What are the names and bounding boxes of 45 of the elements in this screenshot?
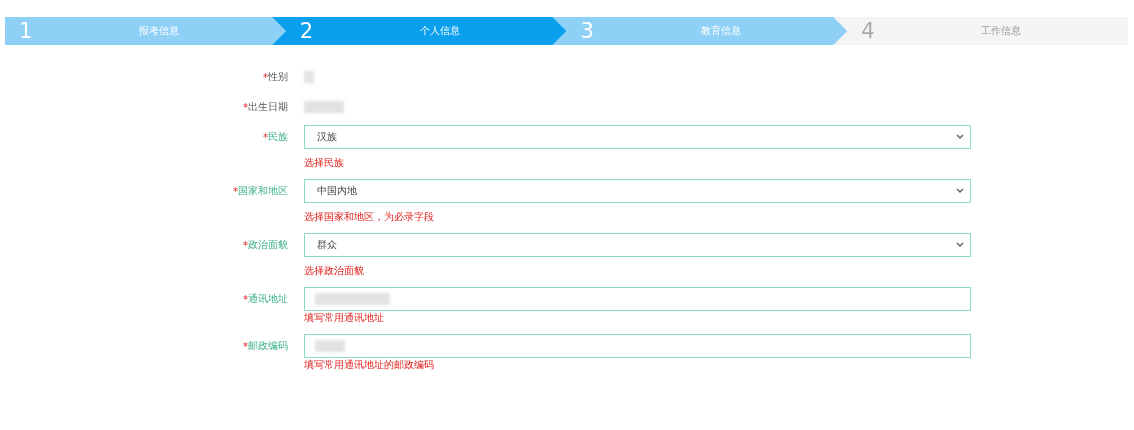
field-label: 民族 [268,130,288,144]
field-label: 政治面貌 [248,238,288,252]
step-number: 1 [19,19,34,43]
required-mark: * [243,340,248,352]
redacted-value [304,71,314,83]
chevron-down-icon [956,134,964,140]
select-value: 汉族 [317,130,337,144]
redacted-value [304,101,344,113]
required-mark: * [243,101,248,113]
select-value: 中国内地 [317,184,357,198]
field-hint: 填写常用通讯地址的邮政编码 [304,359,435,371]
required-mark: * [263,71,268,83]
step-number: 3 [580,19,595,43]
field-hint: 填写常用通讯地址 [304,312,385,324]
step-tab[interactable]: 1 报考信息 [5,17,286,45]
chevron-down-icon [956,242,964,248]
required-mark: * [233,185,238,197]
select-value: 群众 [317,238,337,252]
select-field[interactable]: 群众 [304,233,971,257]
select-field[interactable]: 中国内地 [304,179,971,203]
step-tab[interactable]: 4 工作信息 [833,17,1128,45]
field-label: 性别 [268,70,288,84]
chevron-down-icon [956,188,964,194]
select-field[interactable]: 汉族 [304,125,971,149]
field-label: 国家和地区 [238,184,288,198]
field-hint: 选择国家和地区，为必录字段 [304,211,435,223]
field-hint: 选择民族 [304,157,345,169]
required-mark: * [263,131,268,143]
field-hint: 选择政治面貌 [304,265,365,277]
field-label: 通讯地址 [248,292,288,306]
step-label: 教育信息 [700,24,741,38]
field-label: 邮政编码 [248,339,288,353]
redacted-value [315,340,345,352]
step-tab[interactable]: 3 教育信息 [552,17,848,45]
input-field[interactable] [304,334,971,358]
step-label: 工作信息 [981,24,1022,38]
step-tab[interactable]: 2 个人信息 [271,17,567,45]
required-mark: * [243,239,248,251]
step-number: 4 [861,19,876,43]
step-number: 2 [299,19,315,43]
step-label: 个人信息 [419,24,460,38]
required-mark: * [243,293,248,305]
input-field[interactable] [304,287,971,311]
step-label: 报考信息 [139,24,179,38]
field-label: 出生日期 [248,100,288,114]
